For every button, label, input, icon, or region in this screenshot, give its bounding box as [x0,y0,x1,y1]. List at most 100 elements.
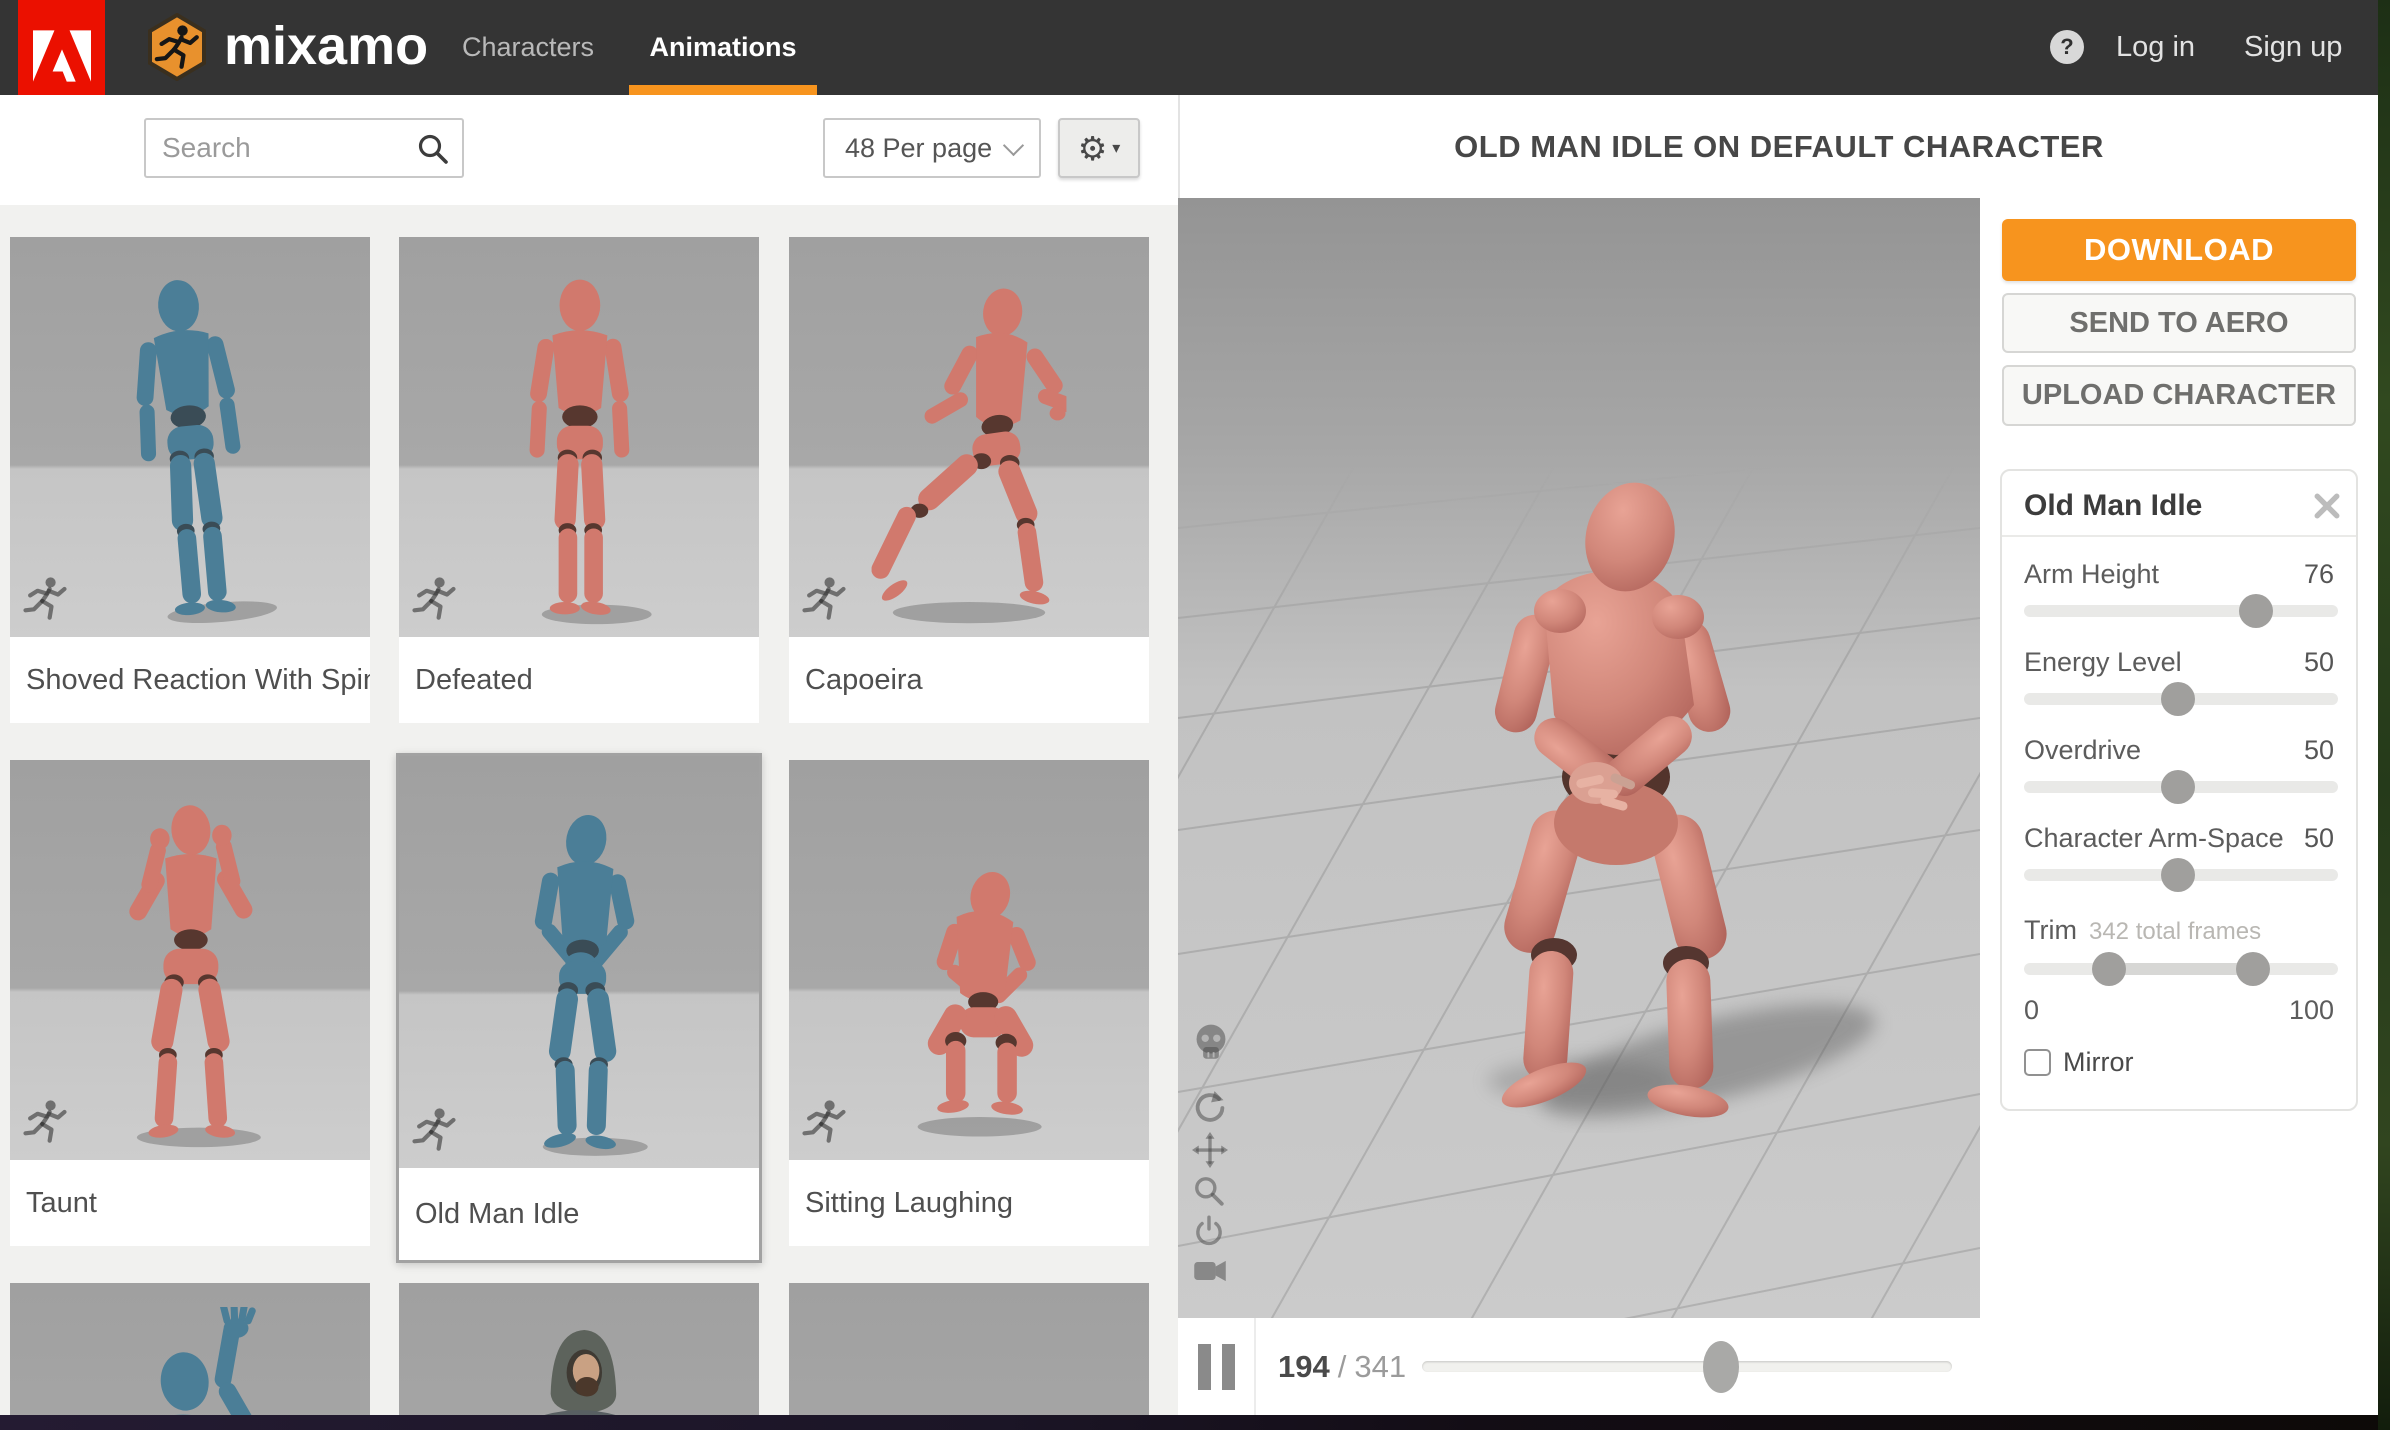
animation-thumbnail [399,756,759,1168]
total-frames-note: 342 total frames [2089,918,2261,945]
animations-toolbar: 48 Per page ⚙ ▾ [0,95,1178,205]
settings-gear-button[interactable]: ⚙ ▾ [1058,118,1140,178]
trim-min-label: 0 [2024,995,2039,1026]
frame-counter: 194/341 [1278,1318,1406,1415]
animation-name: Capoeira [789,637,1149,723]
mirror-label: Mirror [2063,1047,2133,1078]
download-button[interactable]: DOWNLOAD [2002,219,2356,281]
animation-card-old-man-idle-selected[interactable]: Old Man Idle [396,753,762,1263]
skull-icon[interactable] [1192,1022,1230,1064]
slider-thumb[interactable] [2161,770,2195,804]
tab-animations[interactable]: Animations [629,0,817,95]
slider-label: Energy Level [2024,647,2182,678]
divider [2002,535,2356,537]
camera-icon[interactable] [1192,1256,1228,1286]
animation-thumbnail [789,1283,1149,1415]
animation-name: Shoved Reaction With Spin [10,637,370,723]
slider-label: Arm Height [2024,559,2159,590]
panel-title: Old Man Idle [2024,489,2202,523]
in-place-runner-icon [801,1098,847,1150]
preview-character [1348,433,1908,1133]
slider-value: 50 [2304,823,2334,854]
current-frame: 194 [1278,1349,1330,1384]
animation-settings-panel: Old Man Idle Arm Height 76 Energy Level … [2000,469,2358,1111]
animation-card-defeated[interactable]: Defeated [399,237,759,723]
search-box [144,118,464,178]
close-icon[interactable] [2314,493,2340,519]
login-link[interactable]: Log in [2116,0,2195,95]
animation-card-partial[interactable] [789,1283,1149,1415]
slider-thumb[interactable] [2161,682,2195,716]
trim-range-slider[interactable] [2024,963,2338,975]
timeline-scrubber[interactable] [1422,1361,1952,1372]
animation-thumbnail [10,760,370,1160]
chevron-down-icon [1003,135,1024,156]
mirror-option: Mirror [2024,1047,2133,1078]
slider-value: 76 [2304,559,2334,590]
slider-label: Character Arm-Space [2024,823,2284,854]
pan-move-icon[interactable] [1192,1132,1228,1168]
animation-name: Sitting Laughing [789,1160,1149,1246]
per-page-value: 48 Per page [845,133,992,163]
animation-card-partial[interactable] [10,1283,370,1415]
slider-thumb[interactable] [2161,858,2195,892]
upload-character-button[interactable]: UPLOAD CHARACTER [2002,365,2356,426]
total-frames: 341 [1354,1349,1406,1384]
zoom-icon[interactable] [1192,1174,1226,1208]
trim-label: Trim342 total frames [2024,915,2261,946]
navbar: mixamo Characters Animations ? Log in Si… [0,0,2378,95]
animation-name: Old Man Idle [399,1168,759,1260]
character-arm-space-slider[interactable] [2024,869,2338,881]
overdrive-slider[interactable] [2024,781,2338,793]
in-place-runner-icon [411,1106,457,1158]
tab-characters[interactable]: Characters [448,0,608,95]
pause-icon [1198,1344,1211,1390]
power-icon[interactable] [1192,1214,1226,1248]
animation-card-shoved-reaction[interactable]: Shoved Reaction With Spin [10,237,370,723]
send-to-aero-button[interactable]: SEND TO AERO [2002,293,2356,353]
slider-value: 50 [2304,647,2334,678]
animation-card-taunt[interactable]: Taunt [10,760,370,1246]
animation-card-sitting-laughing[interactable]: Sitting Laughing [789,760,1149,1246]
rotate-icon[interactable] [1192,1090,1228,1126]
scrubber-thumb[interactable] [1703,1341,1739,1393]
3d-viewport[interactable] [1178,198,1980,1318]
in-place-runner-icon [801,575,847,627]
in-place-runner-icon [22,575,68,627]
search-input[interactable] [146,120,462,176]
in-place-runner-icon [22,1098,68,1150]
animation-grid: Shoved Reaction With Spin Defeated Capoe… [0,205,1178,1415]
trim-max-label: 100 [2289,995,2334,1026]
gear-icon: ⚙ [1078,132,1108,165]
preview-title: OLD MAN IDLE ON DEFAULT CHARACTER [1454,129,2104,165]
signup-link[interactable]: Sign up [2244,0,2342,95]
trim-range-fill [2109,963,2253,975]
mirror-checkbox[interactable] [2024,1049,2051,1076]
animation-name: Defeated [399,637,759,723]
animation-thumbnail [10,1283,370,1415]
trim-start-thumb[interactable] [2092,952,2126,986]
slider-thumb[interactable] [2239,594,2273,628]
brand-name[interactable]: mixamo [224,0,428,95]
animation-thumbnail [399,237,759,637]
search-icon[interactable] [416,132,450,166]
pause-button[interactable] [1178,1318,1256,1415]
mixamo-logo-icon[interactable] [146,13,208,86]
animation-card-partial[interactable] [399,1283,759,1415]
player-bar: 194/341 [1178,1318,1980,1415]
help-icon[interactable]: ? [2050,30,2084,64]
sidebar: DOWNLOAD SEND TO AERO UPLOAD CHARACTER O… [1980,198,2378,1415]
animation-thumbnail [10,237,370,637]
desktop-background-bottom [0,1415,2378,1430]
arm-height-slider[interactable] [2024,605,2338,617]
animation-card-capoeira[interactable]: Capoeira [789,237,1149,723]
animation-thumbnail [789,237,1149,637]
frame-separator: / [1338,1349,1347,1384]
active-tab-underline [629,85,817,95]
pause-icon [1222,1344,1235,1390]
animation-thumbnail [789,760,1149,1160]
trim-end-thumb[interactable] [2236,952,2270,986]
per-page-select[interactable]: 48 Per page [823,118,1041,178]
in-place-runner-icon [411,575,457,627]
energy-level-slider[interactable] [2024,693,2338,705]
